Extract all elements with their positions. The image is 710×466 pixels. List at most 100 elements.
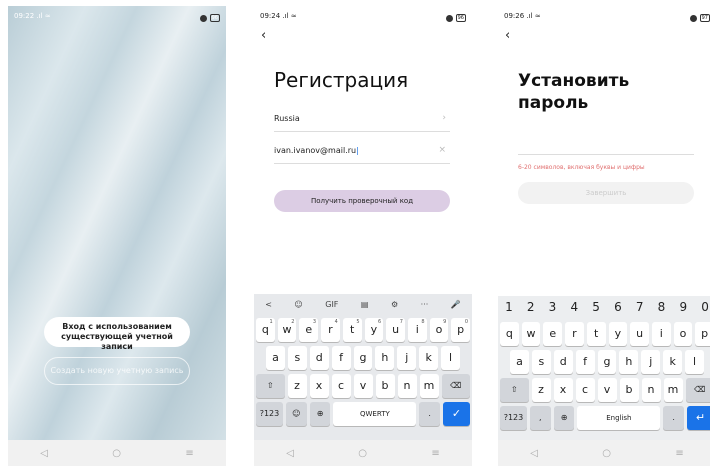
country-select[interactable]: Russia › [274,110,450,132]
key-c[interactable]: c [575,378,595,402]
enter-key[interactable]: ↵ [687,406,710,430]
period-key[interactable]: . [419,402,441,426]
key-f[interactable]: f [331,346,351,370]
key-r[interactable]: r [565,322,584,346]
key-k[interactable]: k [663,350,683,374]
key-s[interactable]: s [531,350,551,374]
number-key-5[interactable]: 5 [592,300,600,314]
key-m[interactable]: m [419,374,439,398]
password-input[interactable] [518,154,694,155]
backspace-key[interactable]: ⌫ [441,374,470,398]
number-key-8[interactable]: 8 [658,300,666,314]
key-v[interactable]: v [353,374,373,398]
key-n[interactable]: n [641,378,661,402]
key-c[interactable]: c [331,374,351,398]
done-key[interactable]: ✓ [443,402,471,426]
get-code-button[interactable]: Получить проверочный код [274,190,450,212]
key-y[interactable]: y [608,322,628,346]
key-o[interactable]: o [673,322,693,346]
create-account-button[interactable]: Создать новую учетную запись [44,357,190,385]
key-q[interactable]: q [499,322,519,346]
key-p[interactable]: p [695,322,710,346]
keyboard-tool-5[interactable]: ··· [421,300,429,309]
number-key-6[interactable]: 6 [614,300,622,314]
key-b[interactable]: b [619,378,639,402]
space-key[interactable]: English [577,406,661,430]
key-z[interactable]: z [287,374,307,398]
key-e[interactable]: e [543,322,563,346]
keyboard-tool-0[interactable]: < [265,300,272,309]
number-key-9[interactable]: 9 [679,300,687,314]
emoji-key[interactable]: ☺ [285,402,307,426]
key-l[interactable]: l [685,350,705,374]
nav-home-icon[interactable]: ○ [602,448,611,459]
key-z[interactable]: z [531,378,551,402]
number-key-2[interactable]: 2 [527,300,535,314]
key-k[interactable]: k [419,346,439,370]
globe-icon[interactable]: ⊕ [309,402,331,426]
finish-button[interactable]: Завершить [518,182,694,204]
key-f[interactable]: f [575,350,595,374]
period-key[interactable]: . [663,406,685,430]
key-s[interactable]: s [287,346,307,370]
number-key-4[interactable]: 4 [570,300,578,314]
key-i[interactable]: i [651,322,671,346]
key-i[interactable]: i8 [407,318,427,342]
nav-back-icon[interactable]: ◁ [286,448,294,459]
key-t[interactable]: t [586,322,606,346]
key-x[interactable]: x [309,374,329,398]
key-h[interactable]: h [619,350,639,374]
key-w[interactable]: w2 [277,318,297,342]
key-w[interactable]: w [521,322,541,346]
key-g[interactable]: g [353,346,373,370]
backspace-key[interactable]: ⌫ [685,378,710,402]
nav-menu-icon[interactable]: ≡ [185,448,193,459]
key-a[interactable]: a [266,346,285,370]
nav-back-icon[interactable]: ◁ [530,448,538,459]
keyboard-tool-2[interactable]: GIF [325,300,338,309]
key-r[interactable]: r4 [321,318,340,342]
back-arrow-icon[interactable]: ‹ [505,28,510,43]
keyboard-tool-1[interactable]: ☺ [294,300,302,309]
symbols-key[interactable]: ?123 [255,402,283,426]
number-key-3[interactable]: 3 [549,300,557,314]
globe-icon[interactable]: ⊕ [553,406,575,430]
comma-key[interactable]: , [529,406,551,430]
key-n[interactable]: n [397,374,417,398]
key-l[interactable]: l [441,346,461,370]
keyboard-tool-4[interactable]: ⚙ [391,300,398,309]
key-j[interactable]: j [641,350,661,374]
symbols-key[interactable]: ?123 [499,406,527,430]
key-d[interactable]: d [553,350,573,374]
key-u[interactable]: u7 [386,318,405,342]
back-arrow-icon[interactable]: ‹ [261,28,266,43]
login-existing-button[interactable]: Вход с использованием существующей учетн… [44,317,190,351]
key-e[interactable]: e3 [299,318,319,342]
key-p[interactable]: p0 [451,318,471,342]
number-key-1[interactable]: 1 [505,300,513,314]
nav-home-icon[interactable]: ○ [112,448,121,459]
nav-home-icon[interactable]: ○ [358,448,367,459]
key-h[interactable]: h [375,346,395,370]
keyboard-tool-3[interactable]: ▤ [361,300,369,309]
key-o[interactable]: o9 [429,318,449,342]
key-x[interactable]: x [553,378,573,402]
number-key-7[interactable]: 7 [636,300,644,314]
email-field[interactable]: ivan.ivanov@mail.ru| × [274,142,450,164]
shift-key[interactable]: ⇧ [256,374,285,398]
key-q[interactable]: q1 [255,318,275,342]
key-m[interactable]: m [663,378,683,402]
nav-menu-icon[interactable]: ≡ [675,448,683,459]
key-t[interactable]: t5 [342,318,362,342]
key-g[interactable]: g [597,350,617,374]
space-key[interactable]: QWERTY [333,402,417,426]
nav-menu-icon[interactable]: ≡ [431,448,439,459]
keyboard-tool-6[interactable]: 🎤 [451,300,461,309]
key-y[interactable]: y6 [364,318,384,342]
key-a[interactable]: a [510,350,529,374]
key-u[interactable]: u [630,322,649,346]
key-b[interactable]: b [375,374,395,398]
key-d[interactable]: d [309,346,329,370]
shift-key[interactable]: ⇧ [500,378,529,402]
number-key-0[interactable]: 0 [701,300,709,314]
